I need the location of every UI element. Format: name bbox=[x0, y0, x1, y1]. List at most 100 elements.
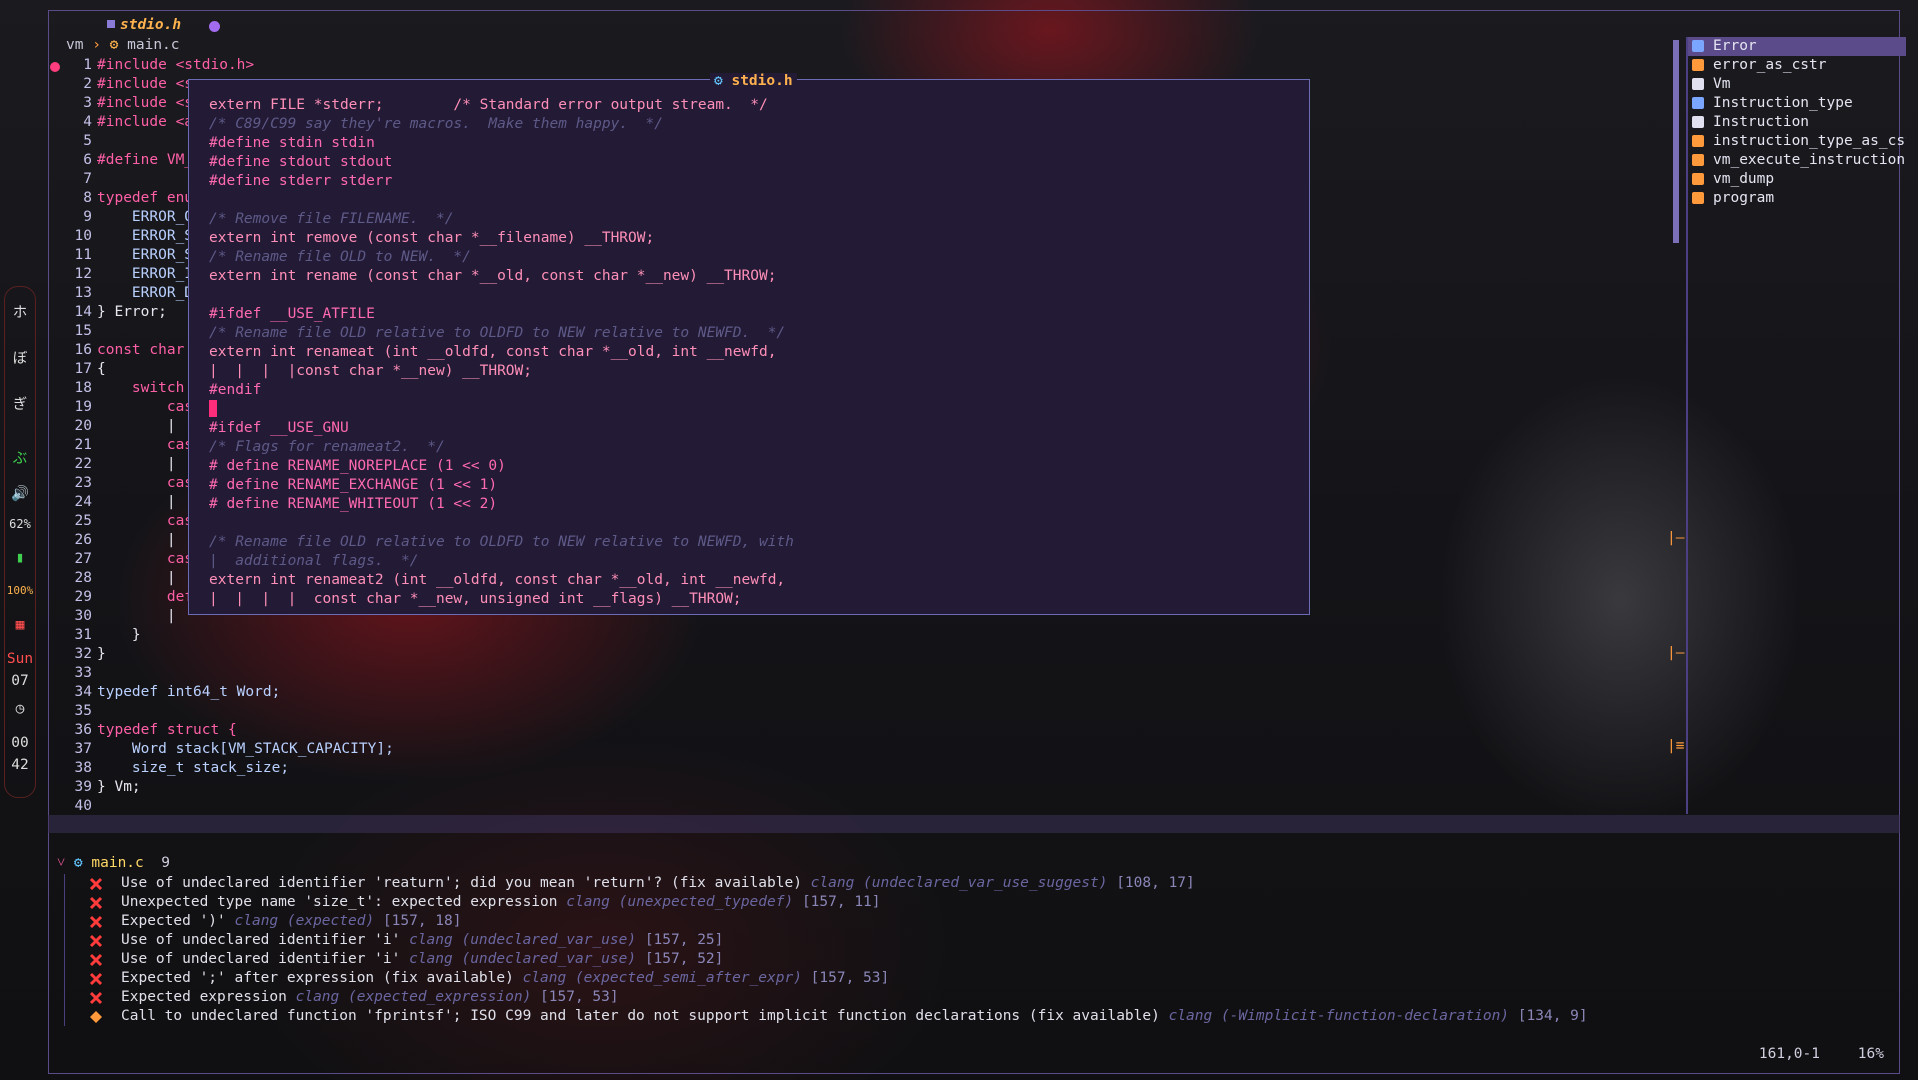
outline-item[interactable]: Vm bbox=[1688, 75, 1906, 94]
breadcrumb-file[interactable]: main.c bbox=[127, 37, 179, 53]
battery-icon: ▮ bbox=[15, 550, 25, 566]
diagnostic-message: Use of undeclared identifier 'i' bbox=[121, 951, 401, 967]
line-number: 40 bbox=[74, 798, 92, 814]
diagnostic-row[interactable]: Use of undeclared identifier 'i' clang (… bbox=[85, 950, 1588, 969]
indent-guide bbox=[64, 874, 65, 1026]
enum-icon bbox=[1692, 40, 1704, 52]
hover-code-line: /* Rename file OLD to NEW. */ bbox=[209, 249, 471, 265]
outline-item[interactable]: Instruction bbox=[1688, 113, 1906, 132]
code-line: def bbox=[97, 589, 194, 605]
diagnostic-message: Use of undeclared identifier 'reaturn'; … bbox=[121, 875, 802, 891]
line-number: 30 bbox=[74, 608, 92, 624]
workspace-1[interactable]: ホ bbox=[5, 301, 35, 322]
hover-code-line: #endif bbox=[209, 382, 262, 398]
function-icon bbox=[1692, 192, 1704, 204]
hover-code-line: # define RENAME_NOREPLACE (1 << 0) bbox=[209, 458, 506, 474]
outline-item[interactable]: Error bbox=[1688, 37, 1906, 56]
workspace-3[interactable]: ぎ bbox=[5, 393, 35, 414]
diagnostic-source: clang (expected_expression) bbox=[295, 989, 532, 1005]
hover-window-title: ⚙ stdio.h bbox=[710, 73, 797, 89]
diagnostic-position: [134, 9] bbox=[1517, 1008, 1588, 1024]
line-number: 3 bbox=[83, 95, 92, 111]
diagnostic-row[interactable]: Use of undeclared identifier 'reaturn'; … bbox=[85, 874, 1588, 893]
outline-item[interactable]: vm_dump bbox=[1688, 170, 1906, 189]
line-number: 6 bbox=[83, 152, 92, 168]
workspace-2[interactable]: ぼ bbox=[5, 347, 35, 368]
diagnostic-row[interactable]: Expected expression clang (expected_expr… bbox=[85, 988, 1588, 1007]
workspace-4[interactable]: ぶ bbox=[5, 447, 35, 468]
code-line: size_t stack_size; bbox=[97, 760, 290, 776]
outline-item[interactable]: vm_execute_instruction bbox=[1688, 151, 1906, 170]
code-line: ERROR_S bbox=[97, 228, 194, 244]
diagnostic-row[interactable]: Expected ')' clang (expected) [157, 18] bbox=[85, 912, 1588, 931]
line-number: 21 bbox=[74, 437, 92, 453]
diagnostic-source: clang (-Wimplicit-function-declaration) bbox=[1168, 1008, 1510, 1024]
error-icon bbox=[89, 877, 103, 891]
diagnostic-message: Expected ')' bbox=[121, 913, 226, 929]
fold-marker: |≡ bbox=[1667, 738, 1685, 754]
outline-item[interactable]: instruction_type_as_cstr bbox=[1688, 132, 1906, 151]
diagnostic-source: clang (expected_semi_after_expr) bbox=[522, 970, 802, 986]
diagnostics-count: 9 bbox=[161, 855, 170, 871]
code-line: ERROR_D bbox=[97, 285, 194, 301]
code-line: cas bbox=[97, 513, 194, 529]
diagnostic-message: Expected ';' after expression (fix avail… bbox=[121, 970, 514, 986]
code-line: ERROR_I bbox=[97, 266, 194, 282]
editor-scrollbar[interactable] bbox=[1673, 40, 1679, 243]
hover-code-line: /* C89/C99 say they're macros. Make them… bbox=[209, 116, 663, 132]
calendar-icon: ▦ bbox=[15, 617, 25, 633]
clock-icon: ◷ bbox=[15, 701, 25, 717]
diagnostics-header[interactable]: ˅ ⚙ main.c 9 bbox=[57, 855, 170, 872]
outline-item-label: vm_execute_instruction bbox=[1713, 152, 1906, 168]
enum-icon bbox=[1692, 97, 1704, 109]
diagnostic-position: [157, 11] bbox=[801, 894, 881, 910]
hover-code-line: #ifdef __USE_ATFILE bbox=[209, 306, 375, 322]
scroll-percent: 16% bbox=[1857, 1046, 1884, 1062]
code-line: switch bbox=[97, 380, 185, 396]
outline-item[interactable]: Instruction_type bbox=[1688, 94, 1906, 113]
function-icon bbox=[1692, 154, 1704, 166]
window-split bbox=[48, 815, 1900, 833]
diagnostic-row[interactable]: Call to undeclared function 'fprintsf'; … bbox=[85, 1007, 1588, 1026]
line-number: 16 bbox=[74, 342, 92, 358]
diagnostic-row[interactable]: Unexpected type name 'size_t': expected … bbox=[85, 893, 1588, 912]
gear-icon: ⚙ bbox=[73, 855, 83, 871]
line-number: 4 bbox=[83, 114, 92, 130]
diagnostic-row[interactable]: Use of undeclared identifier 'i' clang (… bbox=[85, 931, 1588, 950]
struct-icon bbox=[1692, 78, 1704, 90]
speaker-icon: 🔊 bbox=[10, 486, 30, 502]
diagnostic-source: clang (expected) bbox=[234, 913, 375, 929]
line-number: 2 bbox=[83, 76, 92, 92]
code-line: cas bbox=[97, 399, 194, 415]
line-number: 15 bbox=[74, 323, 92, 339]
line-number: 31 bbox=[74, 627, 92, 643]
hover-code-line: | | | | const char *__new, unsigned int … bbox=[209, 591, 742, 607]
diagnostic-message: Unexpected type name 'size_t': expected … bbox=[121, 894, 558, 910]
code-line: cas bbox=[97, 475, 194, 491]
breadcrumb-root[interactable]: vm bbox=[66, 37, 83, 53]
outline-item[interactable]: program bbox=[1688, 189, 1906, 208]
diagnostic-source: clang (undeclared_var_use) bbox=[409, 951, 637, 967]
error-icon bbox=[89, 953, 103, 967]
hover-preview-window[interactable]: extern FILE *stderr; /* Standard error o… bbox=[188, 79, 1310, 615]
modified-dot-icon bbox=[209, 21, 220, 32]
outline-item-label: vm_dump bbox=[1713, 171, 1775, 187]
line-number: 9 bbox=[83, 209, 92, 225]
date-label: 07 bbox=[11, 673, 29, 689]
code-line: #include <s bbox=[97, 95, 194, 111]
code-line: #include <a bbox=[97, 114, 194, 130]
tab-stdio-h[interactable]: stdio.h bbox=[120, 17, 181, 33]
diagnostic-message: Use of undeclared identifier 'i' bbox=[121, 932, 401, 948]
outline-item-label: instruction_type_as_cstr bbox=[1713, 133, 1906, 149]
line-number: 19 bbox=[74, 399, 92, 415]
hover-code-line: | additional flags. */ bbox=[209, 553, 419, 569]
diagnostic-source: clang (undeclared_var_use_suggest) bbox=[810, 875, 1108, 891]
diagnostic-position: [157, 53] bbox=[540, 989, 619, 1005]
symbol-outline-panel: Error error_as_cstr Vm Instruction_type Inst… bbox=[1688, 37, 1906, 208]
code-line: ERROR_O bbox=[97, 209, 194, 225]
outline-item-label: program bbox=[1713, 190, 1775, 206]
diagnostic-row[interactable]: Expected ';' after expression (fix avail… bbox=[85, 969, 1588, 988]
error-icon bbox=[89, 915, 103, 929]
outline-item[interactable]: error_as_cstr bbox=[1688, 56, 1906, 75]
function-icon bbox=[1692, 59, 1704, 71]
